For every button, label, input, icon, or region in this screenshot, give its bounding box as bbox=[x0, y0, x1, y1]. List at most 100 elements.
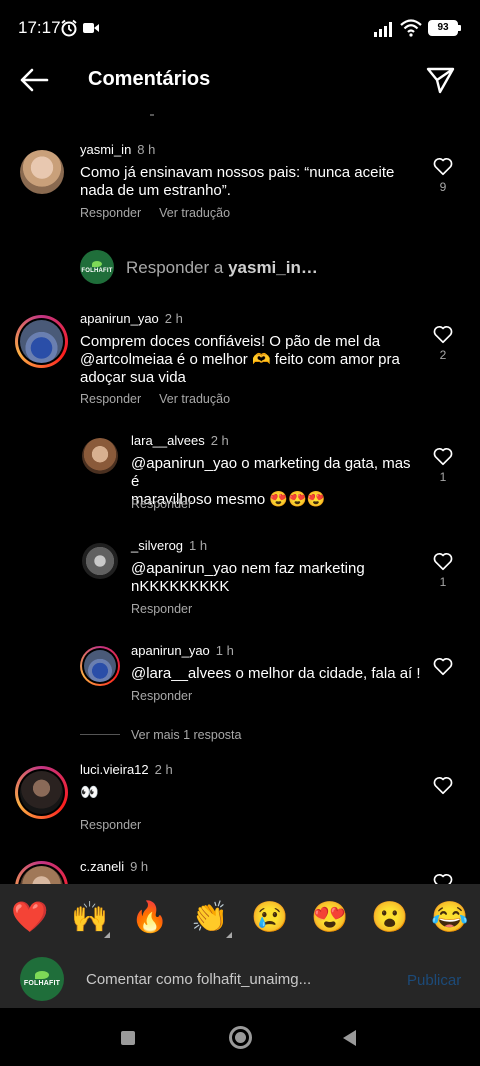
battery-icon: 93 bbox=[428, 20, 458, 36]
like-count: 1 bbox=[439, 470, 447, 484]
username[interactable]: luci.vieira12 bbox=[80, 762, 149, 777]
like-count: 9 bbox=[439, 180, 447, 194]
emoji-laughing[interactable]: 😂 bbox=[430, 898, 470, 938]
comment-actions: Responder Ver tradução bbox=[80, 206, 248, 220]
emoji-surprised[interactable]: 😮 bbox=[370, 898, 410, 938]
emoji-heart[interactable]: ❤️ bbox=[10, 898, 50, 938]
own-avatar: FOLHAFIT bbox=[20, 957, 64, 1001]
like-count: 2 bbox=[439, 348, 447, 362]
status-time: 17:17 bbox=[18, 18, 61, 37]
comment-line: adoçar sua vida bbox=[80, 369, 186, 386]
reply-button[interactable]: Responder bbox=[80, 206, 141, 220]
wifi-icon bbox=[400, 19, 422, 37]
like-count: 1 bbox=[439, 575, 447, 589]
comment-text: Como já ensinavam nossos pais: “nunca ac… bbox=[80, 164, 410, 200]
comment-line: Como já ensinavam nossos pais: “nunca ac… bbox=[80, 164, 395, 181]
leaf-icon bbox=[92, 260, 102, 267]
scroll-remnant bbox=[150, 114, 154, 116]
comment-line: Comprem doces confiáveis! O pão de mel d… bbox=[80, 333, 381, 350]
timestamp: 2 h bbox=[164, 311, 183, 326]
username[interactable]: _silverog bbox=[131, 538, 183, 553]
leaf-icon bbox=[35, 971, 49, 979]
timestamp: 1 h bbox=[215, 643, 234, 658]
reply-button[interactable]: Responder bbox=[131, 689, 192, 703]
battery-level: 93 bbox=[430, 22, 456, 34]
reply-button[interactable]: Responder bbox=[131, 497, 192, 511]
comment-text: Comprem doces confiáveis! O pão de mel d… bbox=[80, 333, 420, 387]
view-more-replies[interactable]: Ver mais 1 resposta bbox=[131, 728, 241, 742]
timestamp: 2 h bbox=[154, 762, 173, 777]
emoji-fire[interactable]: 🔥 bbox=[130, 898, 170, 938]
avatar[interactable] bbox=[20, 150, 64, 194]
status-bar: 17:17 93 bbox=[0, 0, 480, 56]
reply-actions: Responder bbox=[131, 602, 210, 616]
comment-username[interactable]: c.zaneli 9 h bbox=[80, 859, 148, 874]
header: Comentários bbox=[0, 56, 480, 104]
story-avatar[interactable] bbox=[15, 315, 68, 368]
divider-line bbox=[80, 734, 120, 735]
comment-username[interactable]: yasmi_in 8 h bbox=[80, 142, 155, 157]
home-button[interactable] bbox=[229, 1026, 252, 1049]
comment-line: nada de um estranho”. bbox=[80, 182, 231, 199]
reply-username[interactable]: apanirun_yao 1 h bbox=[131, 643, 234, 658]
username[interactable]: yasmi_in bbox=[80, 142, 131, 157]
skin-tone-indicator bbox=[226, 932, 232, 938]
reply-button[interactable]: Responder bbox=[80, 392, 141, 406]
send-icon[interactable] bbox=[426, 66, 456, 94]
heart-icon[interactable] bbox=[432, 445, 454, 467]
avatar[interactable] bbox=[82, 438, 118, 474]
username[interactable]: lara__alvees bbox=[131, 433, 205, 448]
reply-button[interactable]: Responder bbox=[80, 818, 141, 832]
heart-icon[interactable] bbox=[432, 155, 454, 177]
comment-input[interactable] bbox=[86, 966, 386, 992]
username[interactable]: apanirun_yao bbox=[80, 311, 159, 326]
reply-text: @apanirun_yao nem faz marketing nKKKKKKK… bbox=[131, 560, 421, 596]
reply-username[interactable]: _silverog 1 h bbox=[131, 538, 207, 553]
reply-line: @lara__alvees o melhor da cidade, fala a… bbox=[131, 665, 421, 682]
reply-line: @apanirun_yao nem faz marketing bbox=[131, 560, 365, 577]
translate-button[interactable]: Ver tradução bbox=[159, 206, 230, 220]
emoji-heart-eyes[interactable]: 😍 bbox=[310, 898, 350, 938]
own-avatar: FOLHAFIT bbox=[80, 250, 114, 284]
emoji-reaction-bar: ❤️ 🙌 🔥 👏 😢 😍 😮 😂 bbox=[0, 884, 480, 952]
comment-username[interactable]: apanirun_yao 2 h bbox=[80, 311, 183, 326]
username[interactable]: c.zaneli bbox=[80, 859, 124, 874]
recents-button[interactable] bbox=[121, 1031, 135, 1045]
logo-text: FOLHAFIT bbox=[81, 267, 113, 274]
back-arrow-icon[interactable] bbox=[18, 66, 50, 94]
heart-icon[interactable] bbox=[432, 655, 454, 677]
reply-button[interactable]: Responder bbox=[131, 602, 192, 616]
reply-line: @apanirun_yao o marketing da gata, mas é bbox=[131, 455, 411, 490]
reply-prompt[interactable]: Responder a yasmi_in… bbox=[126, 258, 318, 278]
reply-prompt-user: yasmi_in… bbox=[228, 258, 318, 277]
story-avatar[interactable] bbox=[80, 646, 120, 686]
publish-button[interactable]: Publicar bbox=[407, 972, 461, 989]
emoji-crying[interactable]: 😢 bbox=[250, 898, 290, 938]
reply-line: nKKKKKKKKK bbox=[131, 578, 230, 595]
comment-line: @artcolmeiaa é o melhor 🫶 feito com amor… bbox=[80, 351, 400, 368]
heart-icon[interactable] bbox=[432, 774, 454, 796]
timestamp: 8 h bbox=[137, 142, 156, 157]
reply-actions: Responder bbox=[131, 689, 210, 703]
comment-text: 👀 bbox=[80, 784, 99, 801]
signal-icon bbox=[374, 22, 392, 37]
emoji-clap[interactable]: 👏 bbox=[190, 898, 230, 938]
heart-icon[interactable] bbox=[432, 550, 454, 572]
story-avatar[interactable] bbox=[15, 766, 68, 819]
video-icon bbox=[83, 23, 99, 33]
comment-actions: Responder Ver tradução bbox=[80, 392, 248, 406]
reply-username[interactable]: lara__alvees 2 h bbox=[131, 433, 229, 448]
page-title: Comentários bbox=[88, 68, 211, 90]
reply-prompt-prefix: Responder a bbox=[126, 258, 229, 277]
translate-button[interactable]: Ver tradução bbox=[159, 392, 230, 406]
timestamp: 1 h bbox=[189, 538, 208, 553]
heart-icon[interactable] bbox=[432, 323, 454, 345]
avatar[interactable] bbox=[82, 543, 118, 579]
alarm-icon bbox=[61, 19, 77, 37]
battery-tip bbox=[458, 25, 461, 31]
back-triangle-icon[interactable] bbox=[341, 1029, 357, 1047]
timestamp: 2 h bbox=[210, 433, 229, 448]
username[interactable]: apanirun_yao bbox=[131, 643, 210, 658]
comment-username[interactable]: luci.vieira12 2 h bbox=[80, 762, 173, 777]
reply-actions: Responder bbox=[131, 497, 210, 511]
